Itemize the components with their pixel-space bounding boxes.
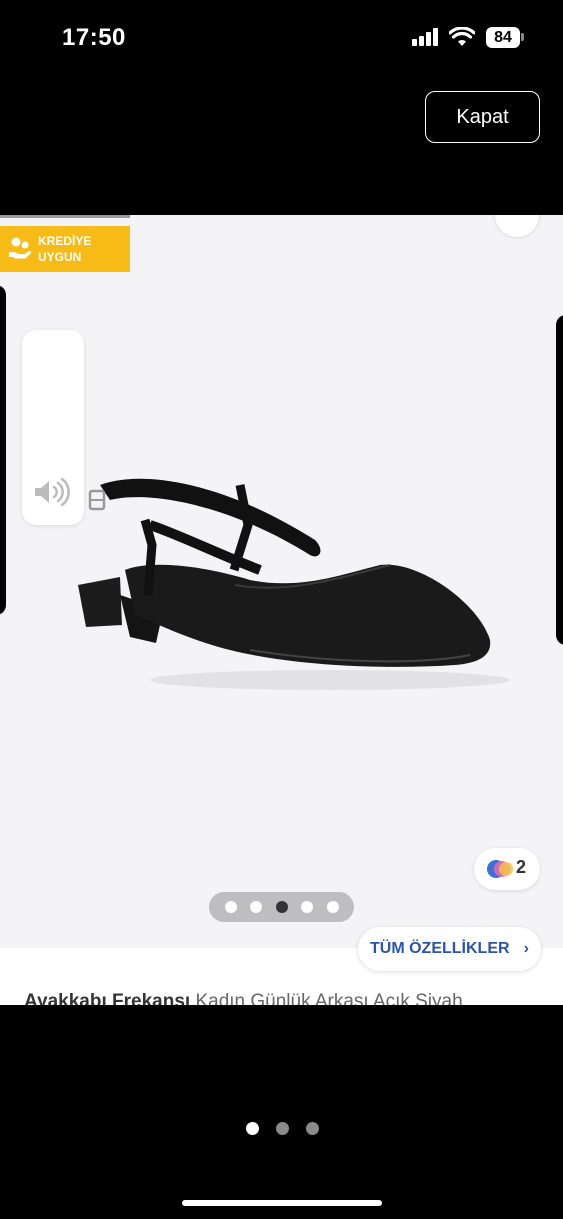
all-features-button[interactable]: TÜM ÖZELLİKLER › xyxy=(358,927,541,971)
hand-coin-icon xyxy=(9,237,32,259)
wifi-icon xyxy=(449,27,475,46)
status-bar: 17:50 84 xyxy=(0,0,563,80)
battery-indicator: 84 xyxy=(486,27,520,48)
product-image-gallery[interactable]: KREDİYE UYGUN 2 xyxy=(0,215,563,948)
image-dot-4[interactable] xyxy=(301,901,313,913)
chevron-right-icon: › xyxy=(523,940,529,957)
next-story-edge xyxy=(556,315,563,645)
clock: 17:50 xyxy=(62,24,126,51)
color-swatches-icon xyxy=(487,860,513,878)
product-panel: KREDİYE UYGUN 2 TÜM ÖZELLİKLER › Ayakkab… xyxy=(0,215,563,1005)
image-dot-1[interactable] xyxy=(225,901,237,913)
product-image-black-slingback-shoe xyxy=(78,478,510,690)
story-dot-2[interactable] xyxy=(276,1122,289,1135)
image-dot-2[interactable] xyxy=(250,901,262,913)
variant-count: 2 xyxy=(516,857,527,877)
product-name: Kadın Günlük Arkası Açık Siyah xyxy=(195,991,463,1005)
previous-story-edge xyxy=(0,285,6,615)
credit-badge-line1: KREDİYE xyxy=(38,234,92,248)
story-dot-1[interactable] xyxy=(246,1122,259,1135)
credit-eligible-badge: KREDİYE UYGUN xyxy=(0,226,130,272)
cellular-signal-icon xyxy=(412,28,440,46)
favorite-button[interactable] xyxy=(495,215,539,237)
credit-badge-line2: UYGUN xyxy=(38,250,82,264)
divider xyxy=(0,215,130,218)
home-indicator[interactable] xyxy=(182,1200,382,1206)
color-variants-button[interactable]: 2 xyxy=(474,848,540,890)
story-pager xyxy=(246,1122,320,1136)
image-dot-5[interactable] xyxy=(327,901,339,913)
close-button[interactable]: Kapat xyxy=(425,91,540,143)
story-dot-3[interactable] xyxy=(306,1122,319,1135)
product-brand[interactable]: Ayakkabı Frekansı xyxy=(24,991,190,1005)
battery-tip xyxy=(521,33,524,41)
image-dot-3[interactable] xyxy=(276,901,288,913)
image-pagination xyxy=(209,892,354,922)
product-title: Ayakkabı Frekansı Kadın Günlük Arkası Aç… xyxy=(24,991,463,1005)
all-features-label: TÜM ÖZELLİKLER xyxy=(370,940,510,957)
